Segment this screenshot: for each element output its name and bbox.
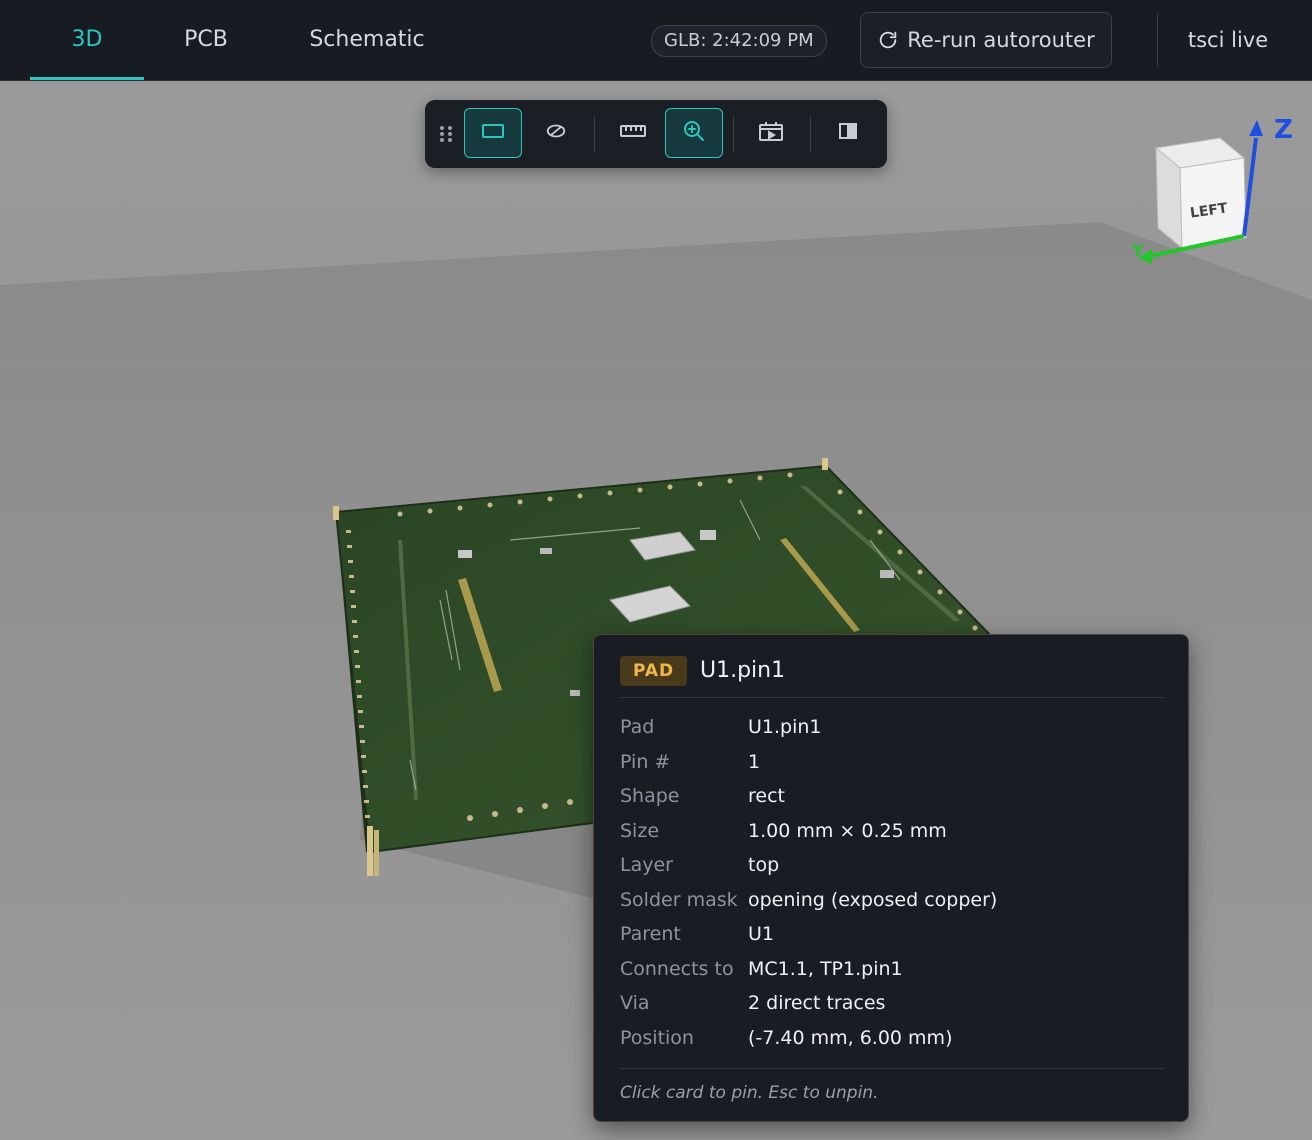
card-divider (620, 1068, 1164, 1069)
toolbar-divider (810, 116, 811, 152)
animation-icon (758, 120, 784, 146)
info-key: Position (620, 1027, 694, 1049)
rectangle-view-icon (481, 122, 505, 144)
rectangle-view-button[interactable] (464, 108, 522, 158)
card-hint: Click card to pin. Esc to unpin. (620, 1083, 879, 1103)
y-axis-label: Y (1132, 241, 1144, 260)
viewer-toolbar (425, 100, 887, 168)
info-key: Solder mask (620, 889, 738, 911)
info-key: Size (620, 820, 660, 842)
ruler-icon (619, 123, 647, 143)
split-view-icon (838, 122, 858, 144)
info-key: Layer (620, 854, 673, 876)
info-key: Connects to (620, 958, 734, 980)
info-key: Via (620, 992, 650, 1014)
info-value: (-7.40 mm, 6.00 mm) (748, 1027, 953, 1049)
hide-layer-button[interactable] (527, 108, 585, 158)
info-key: Pad (620, 716, 655, 738)
glb-status-badge: GLB: 2:42:09 PM (651, 25, 827, 57)
toolbar-divider (733, 116, 734, 152)
rerun-autorouter-button[interactable]: Re-run autorouter (860, 12, 1112, 68)
3d-viewport[interactable]: LEFT Z Y PAD U1.pin1 Pad U1.pin1 Pin # 1… (0, 81, 1312, 1140)
info-value: opening (exposed copper) (748, 889, 998, 911)
info-value: top (748, 854, 780, 876)
pad-info-card[interactable]: PAD U1.pin1 Pad U1.pin1 Pin # 1 Shape re… (593, 634, 1189, 1122)
info-value: rect (748, 785, 785, 807)
toolbar-divider (594, 116, 595, 152)
info-key: Parent (620, 923, 681, 945)
info-value: 1 (748, 751, 761, 773)
tab-3d[interactable]: 3D (30, 0, 144, 80)
orientation-cube[interactable]: LEFT Z Y (1120, 110, 1310, 280)
info-value: U1 (748, 923, 774, 945)
z-axis-label: Z (1274, 115, 1293, 145)
info-value: 1.00 mm × 0.25 mm (748, 820, 947, 842)
pad-card-title: U1.pin1 (700, 658, 786, 683)
zoom-icon (682, 119, 706, 147)
pad-badge: PAD (620, 656, 688, 686)
drag-handle-icon[interactable] (439, 124, 453, 148)
card-divider (620, 697, 1164, 698)
info-value: MC1.1, TP1.pin1 (748, 958, 903, 980)
hide-layer-icon (545, 120, 567, 146)
info-value: U1.pin1 (748, 716, 822, 738)
tab-schematic[interactable]: Schematic (296, 0, 438, 80)
animation-button[interactable] (742, 108, 800, 158)
rerun-autorouter-label: Re-run autorouter (907, 28, 1095, 52)
info-key: Pin # (620, 751, 671, 773)
tsci-live-link[interactable]: tsci live (1180, 0, 1276, 80)
top-bar: 3D PCB Schematic GLB: 2:42:09 PM Re-run … (0, 0, 1312, 81)
zoom-button[interactable] (665, 108, 723, 158)
header-divider (1157, 14, 1158, 66)
ruler-button[interactable] (604, 108, 662, 158)
split-view-button[interactable] (819, 108, 877, 158)
info-key: Shape (620, 785, 680, 807)
info-value: 2 direct traces (748, 992, 886, 1014)
refresh-icon (877, 29, 899, 51)
tab-pcb[interactable]: PCB (166, 0, 246, 80)
